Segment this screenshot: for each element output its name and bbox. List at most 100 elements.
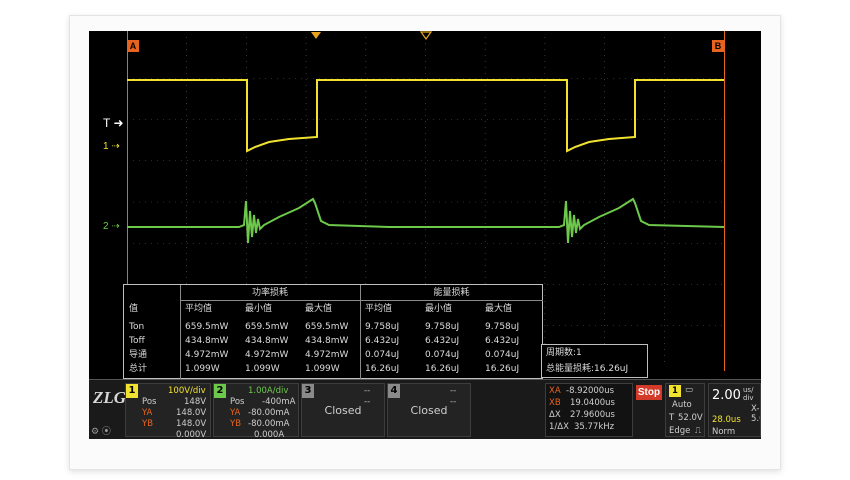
- cursor-b-marker[interactable]: B: [712, 40, 724, 52]
- ch2-number: 2: [214, 384, 226, 398]
- ch4-number: 4: [388, 384, 400, 398]
- table-cell: 1.099W: [185, 364, 220, 374]
- status-bar: ZLG ⚙ ⦿ 1 100V/div Pos 148V YA 148.0V YB…: [89, 379, 761, 439]
- table-cell: Toff: [129, 336, 145, 346]
- table-row: 总计 1.099W 1.099W 1.099W 16.26uJ 16.26uJ …: [124, 362, 544, 376]
- settings-icon[interactable]: ⚙ ⦿: [91, 424, 111, 437]
- cycle-summary-box: 周期数:1 总能量损耗:16.26uJ: [541, 344, 648, 378]
- ch2-panel[interactable]: 2 1.00A/div Pos -400mA YA -80.00mA YB -8…: [213, 383, 299, 439]
- trigger-position-marker: [311, 32, 321, 39]
- table-cell: 4.972mW: [245, 350, 289, 360]
- table-cell: 16.26uJ: [425, 364, 460, 374]
- run-stop-button[interactable]: Stop: [636, 385, 662, 400]
- table-cell: 0.074uJ: [365, 350, 400, 360]
- timebase-panel[interactable]: 2.00 us/ div X-Po 5.08 28.0us Norm: [708, 383, 761, 437]
- table-cell: 总计: [129, 364, 148, 374]
- table-row: 导通 4.972mW 4.972mW 4.972mW 0.074uJ 0.074…: [124, 348, 544, 362]
- table-cell: 434.8mW: [185, 336, 229, 346]
- center-marker: [419, 31, 433, 41]
- rising-edge-icon: ⎍: [695, 426, 701, 436]
- table-cell: 434.8mW: [245, 336, 289, 346]
- ch1-number: 1: [126, 384, 138, 398]
- table-cell: 0.074uJ: [485, 350, 520, 360]
- table-cell: 16.26uJ: [485, 364, 520, 374]
- xb-value: 19.0400us: [570, 398, 615, 408]
- ch1-ya-label: YA: [142, 408, 153, 418]
- trigger-type: T: [669, 413, 675, 423]
- table-cell: 6.432uJ: [425, 336, 460, 346]
- cursor-b-line: [724, 31, 725, 371]
- ch1-dy-value: 0.000V: [176, 430, 207, 439]
- trigger-source: 1: [669, 385, 681, 397]
- table-row: Toff 434.8mW 434.8mW 434.8mW 6.432uJ 6.4…: [124, 334, 544, 348]
- table-cell: 659.5mW: [245, 322, 289, 332]
- table-cell: 4.972mW: [185, 350, 229, 360]
- table-cell: 9.758uJ: [485, 322, 520, 332]
- cursor-readout[interactable]: XA -8.92000us XB 19.0400us ΔX 27.9600us …: [545, 383, 633, 437]
- table-cell: 6.432uJ: [485, 336, 520, 346]
- ch2-offset-marker[interactable]: 2 ⇢: [103, 221, 120, 232]
- ch2-pos-value: -400mA: [262, 397, 296, 407]
- trigger-edge-label: Edge: [669, 426, 691, 436]
- timebase-unit-bottom: div: [743, 394, 754, 402]
- trigger-level-marker[interactable]: T ➜: [103, 116, 124, 130]
- ch3-panel[interactable]: 3 -- -- Closed: [301, 383, 385, 437]
- inv-dx-value: 35.77kHz: [574, 422, 615, 432]
- ch2-yb-label: YB: [230, 419, 242, 429]
- xpos-label: X-Po: [751, 404, 760, 414]
- trigger-panel[interactable]: 1 ▭ Auto T 52.0V Edge ⎍: [665, 383, 705, 437]
- table-cell: 6.432uJ: [365, 336, 400, 346]
- cursor-a-marker[interactable]: A: [127, 40, 139, 52]
- timebase-unit-top: us/: [743, 386, 754, 394]
- power-loss-table: 功率损耗 能量损耗 值 平均值 最小值 最大值 平均值 最小值 最大值 Ton …: [123, 284, 544, 380]
- column-header: 最大值: [305, 304, 333, 314]
- xb-label: XB: [549, 398, 561, 408]
- ch2-ya-label: YA: [230, 408, 241, 418]
- column-header: 最小值: [245, 304, 273, 314]
- ch1-yb-value: 148.0V: [176, 419, 207, 429]
- dx-label: ΔX: [549, 410, 561, 420]
- ch4-status: Closed: [410, 404, 448, 417]
- table-cell: 9.758uJ: [365, 322, 400, 332]
- brand-logo: ZLG: [93, 388, 127, 407]
- ch2-yb-value: -80.00mA: [248, 419, 290, 429]
- table-cell: 1.099W: [245, 364, 280, 374]
- delay-value: 28.0us: [712, 415, 741, 425]
- ch1-panel[interactable]: 1 100V/div Pos 148V YA 148.0V YB 148.0V …: [125, 383, 211, 439]
- dx-value: 27.9600us: [570, 410, 615, 420]
- xa-value: -8.92000us: [566, 386, 615, 396]
- ch4-panel[interactable]: 4 -- -- Closed: [387, 383, 471, 437]
- table-cell: Ton: [129, 322, 145, 332]
- ch3-scale: --: [364, 386, 371, 396]
- table-cell: 导通: [129, 350, 148, 360]
- trigger-icon: ▭: [685, 385, 694, 395]
- trigger-mode: Auto: [672, 400, 692, 410]
- oscilloscope-screen: A B T ➜ 1 ⇢ 2 ⇢ 功率损耗 能量损耗 值 平均值 最小值 最大值 …: [89, 31, 761, 439]
- ch2-dy-value: 0.000A: [254, 430, 285, 439]
- ch3-number: 3: [302, 384, 314, 398]
- column-header: 最小值: [425, 304, 453, 314]
- xa-label: XA: [549, 386, 561, 396]
- xpos-value: 5.08: [751, 414, 760, 424]
- total-energy-loss: 总能量损耗:16.26uJ: [546, 364, 629, 374]
- acq-mode: Norm: [712, 427, 736, 437]
- timebase-value: 2.00: [712, 388, 741, 403]
- ch1-pos-value: 148V: [184, 397, 207, 407]
- trigger-level: 52.0V: [678, 413, 703, 423]
- table-cell: 659.5mW: [185, 322, 229, 332]
- table-cell: 4.972mW: [305, 350, 349, 360]
- ch1-offset-marker[interactable]: 1 ⇢: [103, 141, 120, 152]
- ch4-scale: --: [450, 386, 457, 396]
- column-header: 值: [129, 304, 139, 314]
- table-cell: 16.26uJ: [365, 364, 400, 374]
- ch2-scale: 1.00A/div: [248, 386, 289, 396]
- power-loss-header: 功率损耗: [180, 285, 360, 301]
- table-header-row: 值 平均值 最小值 最大值 平均值 最小值 最大值: [124, 302, 544, 316]
- ch3-status: Closed: [324, 404, 362, 417]
- column-header: 最大值: [485, 304, 513, 314]
- column-header: 平均值: [365, 304, 393, 314]
- table-cell: 659.5mW: [305, 322, 349, 332]
- table-cell: 434.8mW: [305, 336, 349, 346]
- table-cell: 9.758uJ: [425, 322, 460, 332]
- cycle-count: 周期数:1: [546, 348, 582, 358]
